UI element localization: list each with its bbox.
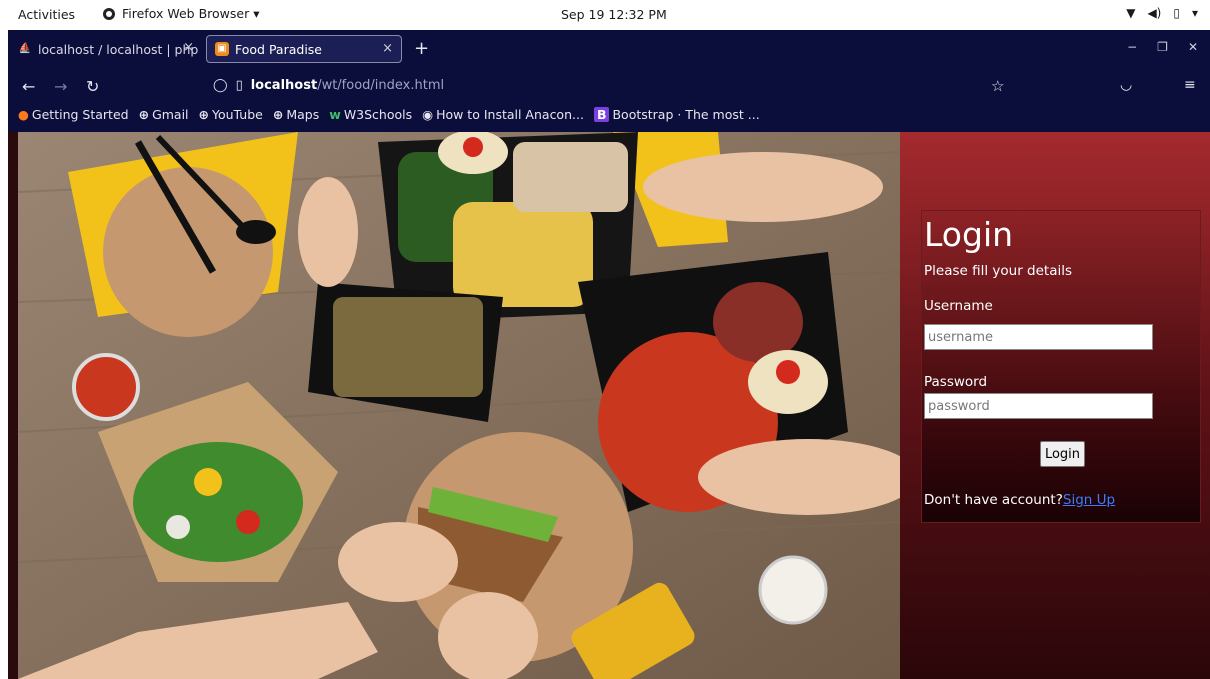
- bookmark-getting-started[interactable]: ● Getting Started: [18, 107, 129, 122]
- browser-chrome: ⛵ localhost / localhost | php × ▣ Food P…: [8, 30, 1210, 132]
- restore-icon[interactable]: ❐: [1157, 40, 1168, 54]
- bookmark-label: How to Install Anacon...: [436, 107, 584, 122]
- bookmark-youtube[interactable]: ⊕ YouTube: [199, 107, 263, 122]
- bookmarks-toolbar: ● Getting Started ⊕ Gmail ⊕ YouTube ⊕ Maps w…: [18, 107, 760, 122]
- tab-phpmyadmin[interactable]: ⛵ localhost / localhost | php ×: [12, 35, 202, 63]
- bookmark-bootstrap[interactable]: B Bootstrap · The most ...: [593, 107, 760, 122]
- battery-icon: ▯: [1173, 6, 1180, 20]
- bookmark-maps[interactable]: ⊕ Maps: [273, 107, 319, 122]
- firefox-icon: [103, 7, 115, 20]
- bookmark-label: Bootstrap · The most ...: [612, 107, 760, 122]
- activities-button[interactable]: Activities: [18, 7, 75, 22]
- login-form: Login Please fill your details Username …: [921, 210, 1201, 523]
- tab-food-paradise[interactable]: ▣ Food Paradise ×: [206, 35, 402, 63]
- username-label: Username: [924, 298, 993, 314]
- clock[interactable]: Sep 19 12:32 PM: [561, 7, 667, 22]
- address-bar[interactable]: ◯ ▯ localhost/wt/food/index.html: [213, 78, 444, 93]
- bookmark-w3schools[interactable]: w W3Schools: [329, 107, 412, 122]
- bookmark-gmail[interactable]: ⊕ Gmail: [139, 107, 189, 122]
- bookmark-label: W3Schools: [343, 107, 413, 122]
- login-button[interactable]: Login: [1040, 441, 1085, 467]
- page-content: Login Please fill your details Username …: [8, 132, 1210, 679]
- bookmark-label: YouTube: [212, 107, 263, 122]
- bookmark-star-icon[interactable]: ☆: [991, 77, 1004, 95]
- signup-prompt: Don't have account?Sign Up: [924, 492, 1115, 508]
- menu-icon[interactable]: ≡: [1184, 77, 1196, 93]
- bookmark-label: Maps: [286, 107, 320, 122]
- bootstrap-icon: B: [593, 107, 610, 122]
- minimize-icon[interactable]: −: [1127, 40, 1137, 54]
- food-hero-image: [18, 132, 900, 679]
- system-top-bar: Activities Firefox Web Browser ▾ Sep 19 …: [0, 0, 1210, 30]
- globe-icon: ⊕: [198, 107, 210, 122]
- volume-icon: ◀): [1147, 6, 1162, 20]
- globe-icon: ⊕: [138, 107, 150, 122]
- login-subtitle: Please fill your details: [924, 263, 1073, 279]
- password-input[interactable]: [924, 393, 1153, 419]
- close-icon[interactable]: ×: [382, 41, 393, 56]
- new-tab-button[interactable]: +: [414, 38, 429, 59]
- tracking-protection-icon[interactable]: ◯: [213, 78, 228, 93]
- window-controls: − ❐ ✕: [1127, 40, 1198, 54]
- app-menu-label: Firefox Web Browser ▾: [122, 6, 260, 21]
- site-icon: ◉: [422, 107, 434, 122]
- system-menu[interactable]: ▼ ◀) ▯ ▾: [1126, 6, 1198, 20]
- chevron-down-icon: ▾: [1191, 6, 1198, 20]
- close-window-icon[interactable]: ✕: [1188, 40, 1198, 54]
- pocket-icon[interactable]: ◡: [1120, 77, 1132, 93]
- password-label: Password: [924, 374, 988, 390]
- close-icon[interactable]: ×: [183, 40, 194, 55]
- globe-icon: ⊕: [272, 107, 284, 122]
- firefox-icon: ●: [18, 107, 29, 122]
- login-title: Login: [924, 215, 1014, 254]
- signup-link[interactable]: Sign Up: [1063, 492, 1115, 508]
- phpmyadmin-icon: ⛵: [18, 43, 32, 54]
- wifi-icon: ▼: [1126, 6, 1136, 20]
- w3schools-icon: w: [329, 107, 341, 122]
- url-host: localhost: [250, 78, 318, 93]
- tab-label: Food Paradise: [235, 41, 322, 57]
- tab-label: localhost / localhost | php: [38, 41, 199, 57]
- bookmark-label: Getting Started: [31, 107, 129, 122]
- bookmark-anaconda[interactable]: ◉ How to Install Anacon...: [422, 107, 584, 122]
- app-menu[interactable]: Firefox Web Browser ▾: [102, 6, 259, 21]
- url-path: /wt/food/index.html: [317, 78, 445, 93]
- back-button[interactable]: ←: [22, 77, 35, 96]
- page-icon: ▯: [235, 78, 243, 93]
- signup-prompt-text: Don't have account?: [924, 492, 1063, 508]
- forward-button[interactable]: →: [54, 77, 67, 96]
- username-input[interactable]: [924, 324, 1153, 350]
- bookmark-label: Gmail: [152, 107, 189, 122]
- reload-button[interactable]: ↻: [86, 77, 99, 96]
- food-site-icon: ▣: [215, 42, 229, 56]
